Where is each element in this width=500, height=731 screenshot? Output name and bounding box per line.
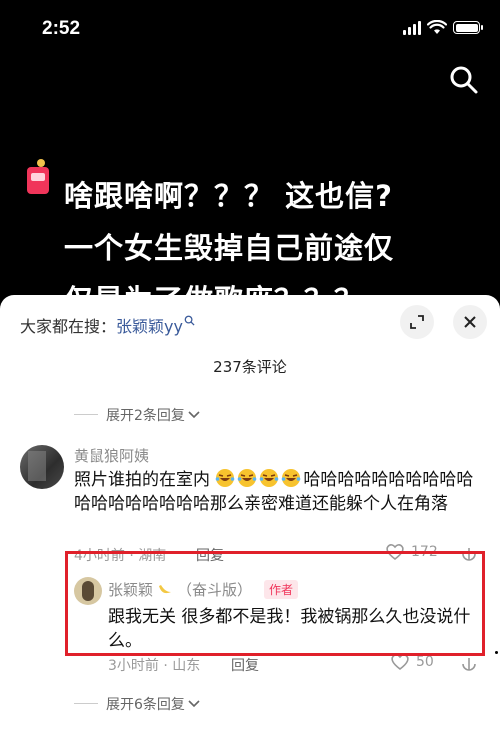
laughing-crying-emoji-icon: [238, 469, 257, 487]
expand-replies-button[interactable]: 展开6条回复: [74, 694, 200, 714]
comment-text-part: 照片谁拍的在室内: [74, 470, 210, 490]
chevron-down-icon: [188, 411, 200, 419]
caption-line: 啥跟啥啊？？？ 这也信?: [64, 179, 393, 213]
laughing-crying-emoji-icon: [282, 469, 301, 487]
caption-line: 一个女生毁掉自己前途仅: [64, 231, 395, 265]
comment-count: 237条评论: [213, 358, 287, 376]
avatar[interactable]: [20, 445, 64, 489]
close-button[interactable]: [453, 305, 487, 339]
close-icon: [464, 316, 476, 328]
status-icons: [403, 20, 483, 35]
like-count: 50: [416, 654, 434, 670]
expand-replies-label: 展开2条回复: [106, 408, 185, 424]
red-envelope-icon[interactable]: [24, 158, 52, 196]
status-time: 2:52: [42, 18, 81, 39]
laughing-crying-emoji-icon: [260, 469, 279, 487]
dislike-icon[interactable]: [460, 655, 478, 673]
battery-icon: [453, 21, 483, 34]
wifi-icon: [427, 20, 447, 34]
hot-search-keyword[interactable]: 张颖颖yy: [116, 317, 183, 336]
chevron-down-icon: [188, 700, 200, 708]
comment-text: 照片谁拍的在室内 哈哈哈哈哈哈哈哈哈哈哈哈哈哈哈哈哈哈那么亲密难道还能躲个人在角…: [74, 468, 484, 516]
hot-search-label: 大家都在搜：: [20, 317, 117, 336]
expand-replies-button[interactable]: 展开2条回复: [74, 405, 200, 425]
signal-icon: [403, 20, 421, 35]
expand-replies-label: 展开6条回复: [106, 697, 185, 713]
reply-meta: 3小时前 · 山东: [108, 658, 201, 674]
highlight-box: [65, 551, 485, 656]
expand-icon: [410, 315, 424, 329]
comment-sheet: 大家都在搜：张颖颖yy 237条评论 展开2条回复 黄鼠狼阿姨 照片谁拍的在室内…: [0, 295, 500, 731]
search-icon[interactable]: [448, 64, 480, 96]
hot-search-bar[interactable]: 大家都在搜：张颖颖yy: [20, 313, 195, 337]
search-icon: [184, 315, 195, 326]
reply-button[interactable]: 回复: [231, 655, 259, 675]
expand-button[interactable]: [400, 305, 434, 339]
comment-user-name[interactable]: 黄鼠狼阿姨: [74, 445, 149, 466]
scroll-indicator: [495, 651, 498, 654]
laughing-crying-emoji-icon: [216, 469, 235, 487]
